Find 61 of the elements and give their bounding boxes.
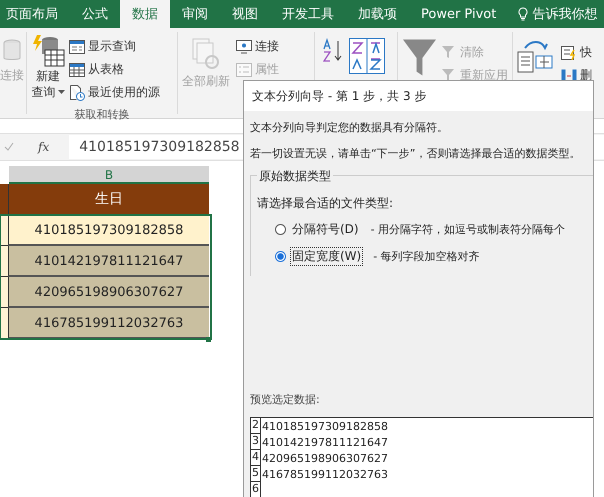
table-cell: 410185197309182858 <box>8 215 209 246</box>
ribbon-button[interactable]: 快 <box>561 44 592 61</box>
fill-handle[interactable] <box>206 337 211 342</box>
flash-list-icon <box>561 46 577 60</box>
instruction-text: 若一切设置无误，请单击“下一步”，否则请选择最合适的数据类型。 <box>250 146 582 162</box>
option-description: - 用分隔字符，如逗号或制表符分隔每个 <box>370 222 566 237</box>
lightbulb-icon <box>518 7 528 21</box>
ribbon-tab[interactable]: Power Pivot <box>409 0 508 28</box>
ribbon-tab[interactable]: 审阅 <box>170 0 220 28</box>
line-number: 2 <box>251 418 261 434</box>
preview-text: 410142197811121647 <box>262 435 388 450</box>
caret-icon <box>58 90 64 94</box>
group-title: 原始数据类型 <box>257 168 333 185</box>
dialog-title: 文本分列向导 - 第 1 步，共 3 步 <box>252 88 426 104</box>
ribbon-button[interactable]: 连接 <box>236 38 279 55</box>
ribbon-button[interactable]: 显示查询 <box>69 38 160 55</box>
group-label: 获取和转换 <box>74 107 130 122</box>
funnel-icon <box>441 68 457 83</box>
option-label[interactable]: 分隔符号(D) <box>290 220 361 239</box>
ribbon-tab[interactable]: 公式 <box>70 0 120 28</box>
ribbon-tab[interactable]: 加载项 <box>346 0 409 28</box>
filter-icon <box>402 38 437 78</box>
prompt-text: 请选择最合适的文件类型: <box>257 195 394 212</box>
ribbon-tab[interactable]: 视图 <box>220 0 270 28</box>
ribbon-button[interactable]: 从表格 <box>69 61 160 78</box>
preview-label: 预览选定数据: <box>250 392 321 407</box>
ribbon-tab[interactable]: 页面布局 <box>0 0 70 28</box>
tell-me-field[interactable]: 告诉我你想 <box>532 5 598 23</box>
line-number: 4 <box>251 450 261 466</box>
intro-text: 文本分列向导判定您的数据具有分隔符。 <box>250 120 449 136</box>
monitor-icon <box>236 40 252 54</box>
funnel-icon <box>441 45 457 60</box>
ribbon-tab[interactable]: 开发工具 <box>270 0 346 28</box>
preview-text: 420965198906307627 <box>262 451 388 466</box>
option-description: - 每列字段加空格对齐 <box>373 249 480 264</box>
sort-dialog-icon <box>349 38 385 74</box>
radio-button[interactable] <box>275 251 286 262</box>
column-title: 生日 <box>8 184 209 215</box>
list-icon <box>236 62 252 76</box>
table-cell: 416785199112032763 <box>8 308 209 339</box>
new-query-button[interactable]: 新建 查询 <box>31 32 65 101</box>
table-cell: 420965198906307627 <box>8 277 209 308</box>
split-columns-icon <box>517 38 553 74</box>
line-number: 3 <box>251 434 261 450</box>
window-icon <box>69 40 85 54</box>
check-icon[interactable] <box>4 142 14 152</box>
preview-text: 410185197309182858 <box>262 419 388 434</box>
database-table-icon <box>31 34 65 68</box>
ribbon-button[interactable]: 最近使用的源 <box>69 84 160 101</box>
ribbon-tab[interactable]: 数据 <box>120 0 170 28</box>
insert-function-button[interactable]: fx <box>38 140 50 154</box>
line-number: 6 <box>251 482 261 497</box>
table-icon <box>69 62 85 76</box>
option-label[interactable]: 固定宽度(W) <box>290 247 364 266</box>
preview-text: 416785199112032763 <box>262 467 388 482</box>
document-clock-icon <box>69 84 85 100</box>
refresh-pages-icon <box>191 38 221 70</box>
column-header[interactable]: B <box>9 166 209 184</box>
radio-button[interactable] <box>275 224 286 235</box>
table-cell: 410142197811121647 <box>8 246 209 277</box>
line-number: 5 <box>251 466 261 482</box>
